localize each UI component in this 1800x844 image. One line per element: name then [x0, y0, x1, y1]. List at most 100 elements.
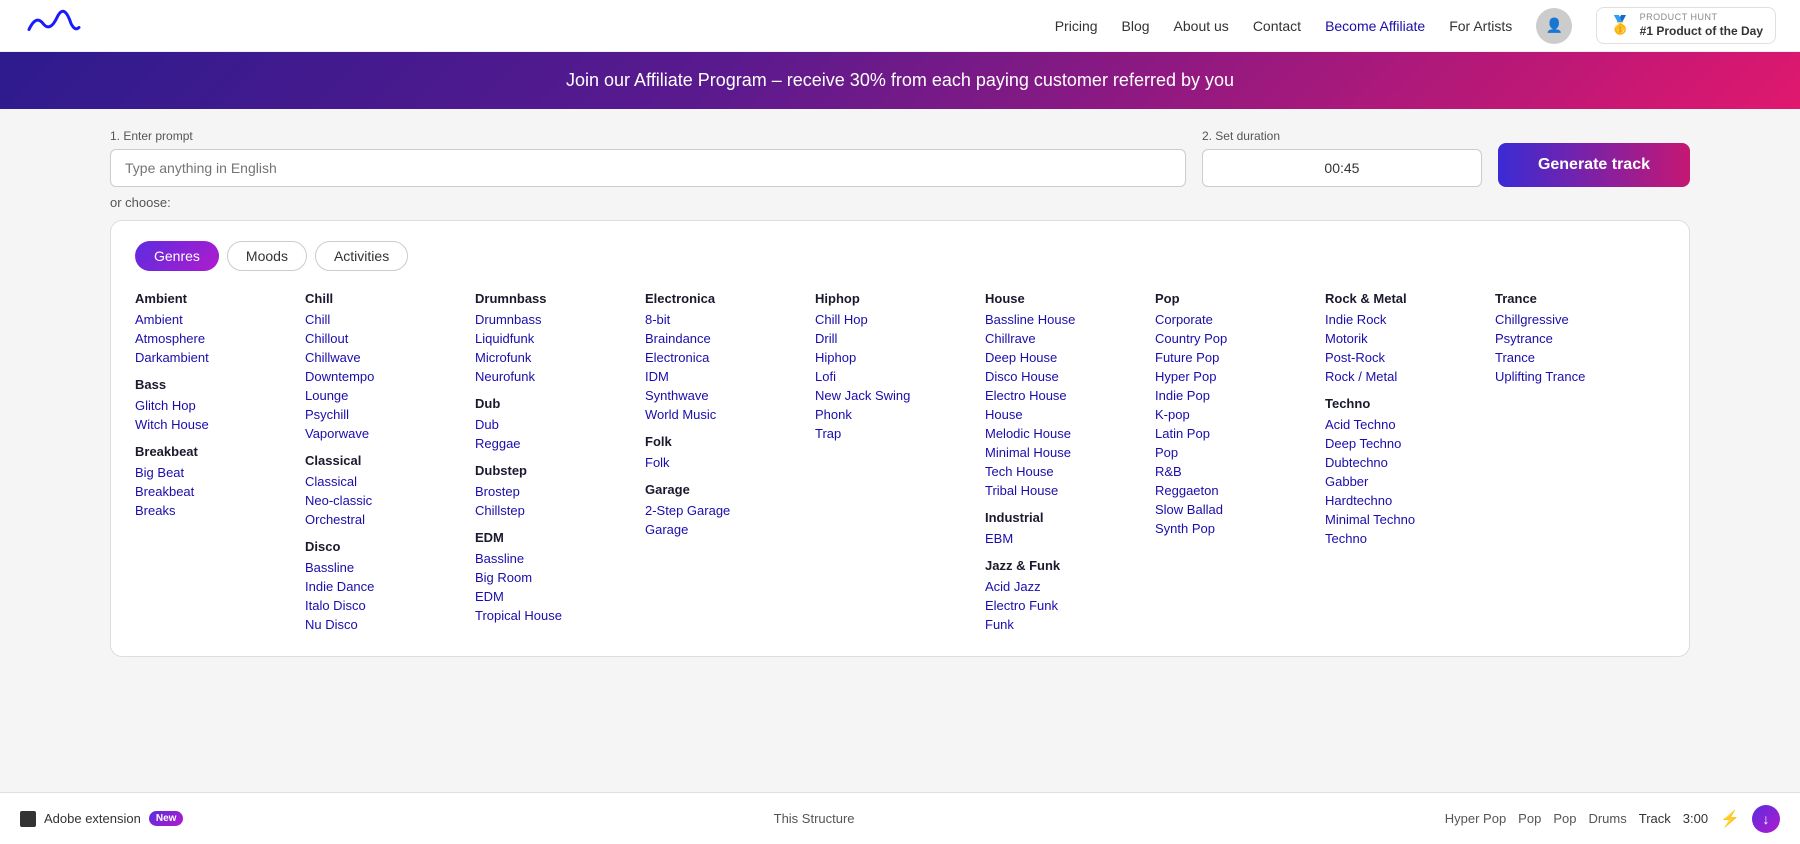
genre-breaks[interactable]: Breaks — [135, 503, 289, 518]
genre-ebm[interactable]: EBM — [985, 531, 1139, 546]
genre-tribal-house[interactable]: Tribal House — [985, 483, 1139, 498]
genre-dub[interactable]: Dub — [475, 417, 629, 432]
product-hunt-badge[interactable]: 🥇 PRODUCT HUNT #1 Product of the Day — [1596, 7, 1776, 44]
genre-rnb[interactable]: R&B — [1155, 464, 1309, 479]
genre-trance[interactable]: Trance — [1495, 350, 1649, 365]
genre-reggae[interactable]: Reggae — [475, 436, 629, 451]
genre-electro-house[interactable]: Electro House — [985, 388, 1139, 403]
genre-big-beat[interactable]: Big Beat — [135, 465, 289, 480]
genre-garage[interactable]: Garage — [645, 522, 799, 537]
genre-brostep[interactable]: Brostep — [475, 484, 629, 499]
genre-tech-house[interactable]: Tech House — [985, 464, 1139, 479]
genre-edm[interactable]: EDM — [475, 589, 629, 604]
tab-activities[interactable]: Activities — [315, 241, 408, 271]
genre-chill[interactable]: Chill — [305, 312, 459, 327]
genre-phonk[interactable]: Phonk — [815, 407, 969, 422]
adobe-badge[interactable]: Adobe extension New — [20, 811, 183, 827]
genre-nu-disco[interactable]: Nu Disco — [305, 617, 459, 632]
genre-lounge[interactable]: Lounge — [305, 388, 459, 403]
genre-future-pop[interactable]: Future Pop — [1155, 350, 1309, 365]
genre-chillout[interactable]: Chillout — [305, 331, 459, 346]
genre-chill-hop[interactable]: Chill Hop — [815, 312, 969, 327]
genre-synthwave[interactable]: Synthwave — [645, 388, 799, 403]
genre-funk[interactable]: Funk — [985, 617, 1139, 632]
genre-darkambient[interactable]: Darkambient — [135, 350, 289, 365]
genre-synth-pop[interactable]: Synth Pop — [1155, 521, 1309, 536]
expand-button[interactable]: ↓ — [1752, 805, 1780, 833]
genre-classical[interactable]: Classical — [305, 474, 459, 489]
affiliate-banner[interactable]: Join our Affiliate Program – receive 30%… — [0, 52, 1800, 109]
genre-microfunk[interactable]: Microfunk — [475, 350, 629, 365]
genre-corporate[interactable]: Corporate — [1155, 312, 1309, 327]
genre-hyper-pop[interactable]: Hyper Pop — [1155, 369, 1309, 384]
genre-2step[interactable]: 2-Step Garage — [645, 503, 799, 518]
genre-deep-techno[interactable]: Deep Techno — [1325, 436, 1479, 451]
genre-hiphop[interactable]: Hiphop — [815, 350, 969, 365]
genre-bassline[interactable]: Bassline — [305, 560, 459, 575]
genre-lofi[interactable]: Lofi — [815, 369, 969, 384]
genre-acid-jazz[interactable]: Acid Jazz — [985, 579, 1139, 594]
genre-indie-pop[interactable]: Indie Pop — [1155, 388, 1309, 403]
genre-liquidfunk[interactable]: Liquidfunk — [475, 331, 629, 346]
genre-electronica[interactable]: Electronica — [645, 350, 799, 365]
nav-about[interactable]: About us — [1174, 18, 1229, 34]
genre-slow-ballad[interactable]: Slow Ballad — [1155, 502, 1309, 517]
genre-chillwave[interactable]: Chillwave — [305, 350, 459, 365]
genre-orchestral[interactable]: Orchestral — [305, 512, 459, 527]
genre-atmosphere[interactable]: Atmosphere — [135, 331, 289, 346]
genre-post-rock[interactable]: Post-Rock — [1325, 350, 1479, 365]
genre-idm[interactable]: IDM — [645, 369, 799, 384]
genre-latin-pop[interactable]: Latin Pop — [1155, 426, 1309, 441]
duration-input[interactable] — [1202, 149, 1482, 187]
genre-tropical-house[interactable]: Tropical House — [475, 608, 629, 623]
generate-button[interactable]: Generate track — [1498, 143, 1690, 187]
genre-rock-metal[interactable]: Rock / Metal — [1325, 369, 1479, 384]
genre-minimal-house[interactable]: Minimal House — [985, 445, 1139, 460]
genre-electro-funk[interactable]: Electro Funk — [985, 598, 1139, 613]
genre-braindance[interactable]: Braindance — [645, 331, 799, 346]
genre-ambient[interactable]: Ambient — [135, 312, 289, 327]
nav-pricing[interactable]: Pricing — [1055, 18, 1098, 34]
genre-acid-techno[interactable]: Acid Techno — [1325, 417, 1479, 432]
prompt-input[interactable] — [110, 149, 1186, 187]
genre-edm-bassline[interactable]: Bassline — [475, 551, 629, 566]
genre-indie-dance[interactable]: Indie Dance — [305, 579, 459, 594]
nav-affiliate[interactable]: Become Affiliate — [1325, 18, 1425, 34]
tab-moods[interactable]: Moods — [227, 241, 307, 271]
avatar[interactable]: 👤 — [1536, 8, 1572, 44]
genre-indie-rock[interactable]: Indie Rock — [1325, 312, 1479, 327]
nav-for-artists[interactable]: For Artists — [1449, 18, 1512, 34]
genre-kpop[interactable]: K-pop — [1155, 407, 1309, 422]
genre-trap[interactable]: Trap — [815, 426, 969, 441]
genre-vaporwave[interactable]: Vaporwave — [305, 426, 459, 441]
genre-chillstep[interactable]: Chillstep — [475, 503, 629, 518]
genre-drill[interactable]: Drill — [815, 331, 969, 346]
genre-minimal-techno[interactable]: Minimal Techno — [1325, 512, 1479, 527]
genre-gabber[interactable]: Gabber — [1325, 474, 1479, 489]
genre-country-pop[interactable]: Country Pop — [1155, 331, 1309, 346]
genre-uplifting-trance[interactable]: Uplifting Trance — [1495, 369, 1649, 384]
genre-psytrance[interactable]: Psytrance — [1495, 331, 1649, 346]
genre-disco-house[interactable]: Disco House — [985, 369, 1139, 384]
genre-drumnbass[interactable]: Drumnbass — [475, 312, 629, 327]
genre-reggaeton[interactable]: Reggaeton — [1155, 483, 1309, 498]
genre-motorik[interactable]: Motorik — [1325, 331, 1479, 346]
genre-folk[interactable]: Folk — [645, 455, 799, 470]
genre-melodic-house[interactable]: Melodic House — [985, 426, 1139, 441]
genre-new-jack-swing[interactable]: New Jack Swing — [815, 388, 969, 403]
genre-hardtechno[interactable]: Hardtechno — [1325, 493, 1479, 508]
tab-genres[interactable]: Genres — [135, 241, 219, 271]
genre-neo-classic[interactable]: Neo-classic — [305, 493, 459, 508]
genre-witch-house[interactable]: Witch House — [135, 417, 289, 432]
genre-downtempo[interactable]: Downtempo — [305, 369, 459, 384]
genre-psychill[interactable]: Psychill — [305, 407, 459, 422]
nav-contact[interactable]: Contact — [1253, 18, 1301, 34]
genre-techno[interactable]: Techno — [1325, 531, 1479, 546]
genre-dubtechno[interactable]: Dubtechno — [1325, 455, 1479, 470]
genre-bassline-house[interactable]: Bassline House — [985, 312, 1139, 327]
genre-glitch-hop[interactable]: Glitch Hop — [135, 398, 289, 413]
genre-italo-disco[interactable]: Italo Disco — [305, 598, 459, 613]
genre-deep-house[interactable]: Deep House — [985, 350, 1139, 365]
genre-breakbeat[interactable]: Breakbeat — [135, 484, 289, 499]
genre-chillgressive[interactable]: Chillgressive — [1495, 312, 1649, 327]
